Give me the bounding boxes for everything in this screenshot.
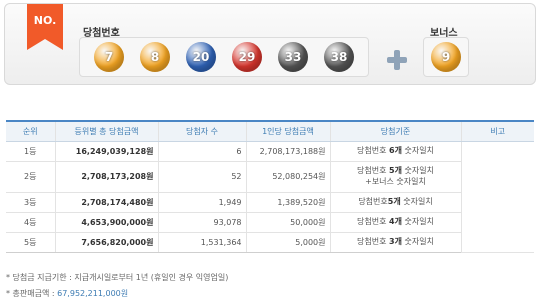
winning-balls: 7 8 20 29 33 38 [79,37,369,77]
number-ball: 20 [186,42,216,72]
number-ball: 29 [232,42,262,72]
rank-cell: 3등 [6,192,55,213]
draw-number-badge: NO. [27,4,63,50]
criteria-cell: 당첨번호 3개 숫자일치 [329,232,461,253]
plus-icon [386,49,408,71]
bonus-ball: 9 [431,42,461,72]
criteria-cell: 당첨번호5개 숫자일치 [329,192,461,213]
total-sales-amount: 67,952,211,000원 [57,289,129,298]
number-ball: 33 [278,42,308,72]
total-amount-cell: 4,653,900,000원 [54,212,158,233]
table-row: 3등 2,708,174,480원 1,949 1,389,520원 당첨번호5… [6,192,534,213]
total-amount-cell: 7,656,820,000원 [54,232,158,253]
prize-table: 순위 등위별 총 당첨금액 당첨자 수 1인당 당첨금액 당첨기준 비고 1등 … [6,120,534,253]
payout-deadline-note: * 당첨금 지급기한 : 지급개시일로부터 1년 (휴일인 경우 익영업일) [6,273,229,282]
header-total: 등위별 총 당첨금액 [54,120,158,142]
header-criteria: 당첨기준 [329,120,461,142]
per-winner-cell: 50,000원 [245,212,330,233]
table-row: 2등 2,708,173,208원 52 52,080,254원 당첨번호 5개… [6,161,534,193]
rank-cell: 1등 [6,141,55,162]
number-ball: 38 [324,42,354,72]
winning-numbers-panel: NO. 당첨번호 보너스 7 8 20 29 33 38 9 [4,3,536,85]
header-winners: 당첨자 수 [157,120,246,142]
total-amount-cell: 2,708,173,208원 [54,161,158,193]
winners-cell: 6 [157,141,246,162]
criteria-cell: 당첨번호 5개 숫자일치 +보너스 숫자일치 [329,161,461,193]
table-row: 5등 7,656,820,000원 1,531,364 5,000원 당첨번호 … [6,232,534,253]
per-winner-cell: 5,000원 [245,232,330,253]
per-winner-cell: 52,080,254원 [245,161,330,193]
per-winner-cell: 2,708,173,188원 [245,141,330,162]
winners-cell: 1,531,364 [157,232,246,253]
criteria-cell: 당첨번호 6개 숫자일치 [329,141,461,162]
per-winner-cell: 1,389,520원 [245,192,330,213]
note-cell [460,141,534,253]
header-per-winner: 1인당 당첨금액 [245,120,330,142]
rank-cell: 2등 [6,161,55,193]
winners-cell: 1,949 [157,192,246,213]
total-amount-cell: 2,708,174,480원 [54,192,158,213]
total-sales-note: * 총판매금액 : 67,952,211,000원 [6,289,129,298]
rank-cell: 4등 [6,212,55,233]
table-row: 1등 16,249,039,128원 6 2,708,173,188원 당첨번호… [6,141,534,253]
criteria-cell: 당첨번호 4개 숫자일치 [329,212,461,233]
table-header-row: 순위 등위별 총 당첨금액 당첨자 수 1인당 당첨금액 당첨기준 비고 [6,120,534,142]
number-ball: 7 [94,42,124,72]
winners-cell: 93,078 [157,212,246,233]
bonus-ball-box: 9 [423,37,469,77]
total-amount-cell: 16,249,039,128원 [54,141,158,162]
rank-cell: 5등 [6,232,55,253]
table-row: 4등 4,653,900,000원 93,078 50,000원 당첨번호 4개… [6,212,534,233]
header-note: 비고 [460,120,534,142]
winners-cell: 52 [157,161,246,193]
header-rank: 순위 [6,120,55,142]
number-ball: 8 [140,42,170,72]
